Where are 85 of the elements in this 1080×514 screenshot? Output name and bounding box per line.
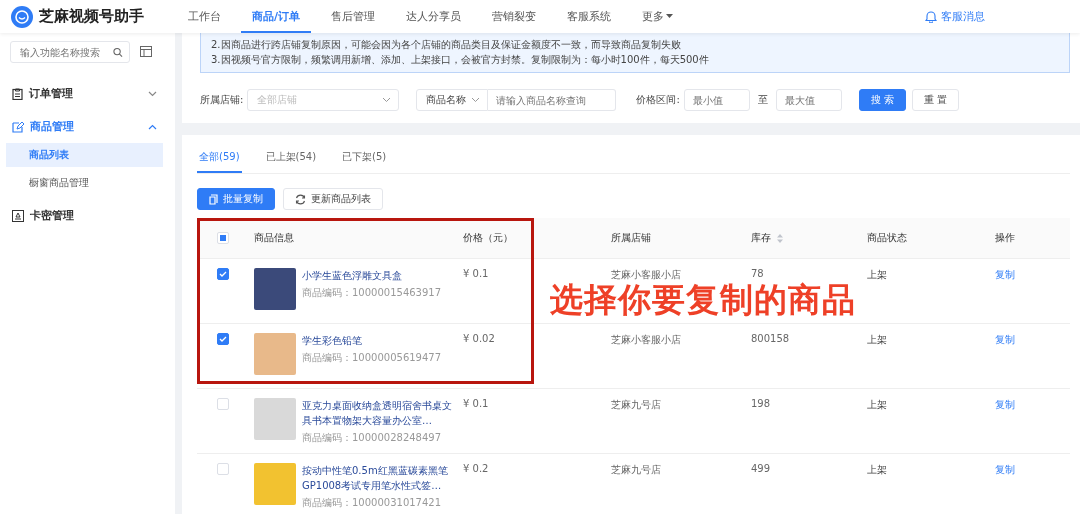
- app-title: 芝麻视频号助手: [39, 7, 144, 26]
- chevron-icon: [471, 97, 481, 103]
- logo-icon: [11, 5, 33, 28]
- caret-icon: [666, 14, 674, 19]
- notice-text: 3.因视频号官方限制，频繁调用新增、添加、上架接口，会被官方封禁。复制限制为：每小时100件，每天500件: [211, 53, 710, 67]
- copy-link[interactable]: 复制: [995, 269, 1015, 280]
- refresh-icon: [295, 193, 306, 205]
- price-text: ¥ 0.02: [463, 333, 495, 344]
- name-input[interactable]: 请输入商品名称查询: [488, 89, 617, 111]
- nav-tab[interactable]: 达人分享员: [395, 0, 473, 33]
- chevron-icon: [382, 97, 392, 103]
- filter-label: 所属店铺:: [200, 93, 244, 107]
- notification-link[interactable]: 客服消息: [941, 9, 985, 24]
- copy-link[interactable]: 复制: [995, 464, 1015, 475]
- price-text: ¥ 0.1: [463, 268, 489, 279]
- product-name-link[interactable]: 亚克力桌面收纳盒透明宿舍书桌文具书本置物架大容量办公室…: [302, 398, 452, 428]
- tab[interactable]: 已上架(54): [263, 150, 319, 173]
- checkbox[interactable]: [217, 268, 229, 280]
- product-code: 商品编码：10000031017421: [302, 496, 443, 510]
- copy-link[interactable]: 复制: [995, 334, 1015, 345]
- store-name: 芝麻小客服小店: [611, 269, 681, 280]
- layout-icon[interactable]: [140, 46, 153, 58]
- stock-count: 499: [751, 463, 771, 474]
- edit-icon: [12, 120, 24, 133]
- copy-link[interactable]: 复制: [995, 399, 1015, 410]
- column-header: 所属店铺: [611, 231, 651, 245]
- status-text: 上架: [867, 399, 887, 410]
- price-text: ¥ 0.1: [463, 398, 489, 409]
- submenu-item[interactable]: 橱窗商品管理: [6, 171, 163, 195]
- product-code: 商品编码：10000015463917: [302, 286, 443, 300]
- menu-item[interactable]: 订单管理: [0, 77, 175, 110]
- product-code: 商品编码：10000028248497: [302, 431, 443, 445]
- range-separator: 至: [757, 93, 768, 107]
- notice-text: 2.因商品进行跨店铺复制原因，可能会因为各个店铺的商品类目及保证金额度不一致，而导致商品复制失败: [211, 38, 682, 52]
- tab[interactable]: 已下架(5): [340, 150, 389, 173]
- store-name: 芝麻九号店: [611, 399, 661, 410]
- menu-item[interactable]: 卡密管理: [0, 199, 175, 232]
- clipboard-icon: [12, 87, 23, 100]
- column-header: 价格（元）: [463, 231, 513, 245]
- column-header: 商品信息: [254, 231, 294, 245]
- annotation-text: 选择你要复制的商品: [550, 280, 856, 321]
- field-select[interactable]: 商品名称: [416, 89, 489, 111]
- batch-copy-button[interactable]: 批量复制: [197, 188, 275, 210]
- product-code: 商品编码：10000005619477: [302, 351, 443, 365]
- product-name-link[interactable]: 小学生蓝色浮雕文具盒: [302, 268, 452, 283]
- stock-count: 800158: [751, 333, 790, 344]
- chevron-icon: [148, 90, 157, 97]
- nav-tab[interactable]: 客服系统: [556, 0, 623, 33]
- menu-item[interactable]: 商品管理: [0, 110, 175, 143]
- store-name: 芝麻小客服小店: [611, 334, 681, 345]
- submenu-item[interactable]: 商品列表: [6, 143, 163, 167]
- search-icon: [113, 46, 123, 58]
- max-price-input[interactable]: 最大值: [775, 89, 842, 111]
- product-name-link[interactable]: 学生彩色铅笔: [302, 333, 452, 348]
- status-text: 上架: [867, 464, 887, 475]
- photo-placeholder: [254, 268, 296, 310]
- bell-icon: [925, 10, 937, 23]
- store-name: 芝麻九号店: [611, 464, 661, 475]
- price-text: ¥ 0.2: [463, 463, 489, 474]
- nav-tab[interactable]: 营销裂变: [481, 0, 548, 33]
- stock-count: 78: [751, 268, 764, 279]
- copy-icon: [209, 193, 218, 205]
- min-price-input[interactable]: 最小值: [683, 89, 750, 111]
- nav-tab[interactable]: 售后管理: [320, 0, 387, 33]
- photo-placeholder: [254, 333, 296, 375]
- nav-tab[interactable]: 更多: [631, 0, 685, 33]
- filter-label: 价格区间:: [636, 93, 680, 107]
- checkbox[interactable]: [217, 333, 229, 345]
- photo-placeholder: [254, 463, 296, 505]
- stock-count: 198: [751, 398, 771, 409]
- column-header: 库存: [751, 231, 771, 245]
- reset-button[interactable]: 重 置: [911, 89, 960, 111]
- column-header: 商品状态: [867, 231, 907, 245]
- search-field[interactable]: 输入功能名称搜索: [10, 41, 130, 63]
- chevron-icon: [148, 123, 157, 130]
- photo-placeholder: [254, 398, 296, 440]
- refresh-button[interactable]: 更新商品列表: [283, 188, 383, 210]
- card-icon: [12, 209, 24, 222]
- column-header: 操作: [995, 231, 1015, 245]
- product-name-link[interactable]: 按动中性笔0.5m红黑蓝碳素黑笔GP1008考试专用笔水性式签…: [302, 463, 452, 493]
- tab[interactable]: 全部(59): [197, 150, 242, 173]
- status-text: 上架: [867, 334, 887, 345]
- status-text: 上架: [867, 269, 887, 280]
- search-button[interactable]: 搜 索: [858, 89, 906, 111]
- nav-tab[interactable]: 工作台: [177, 0, 232, 33]
